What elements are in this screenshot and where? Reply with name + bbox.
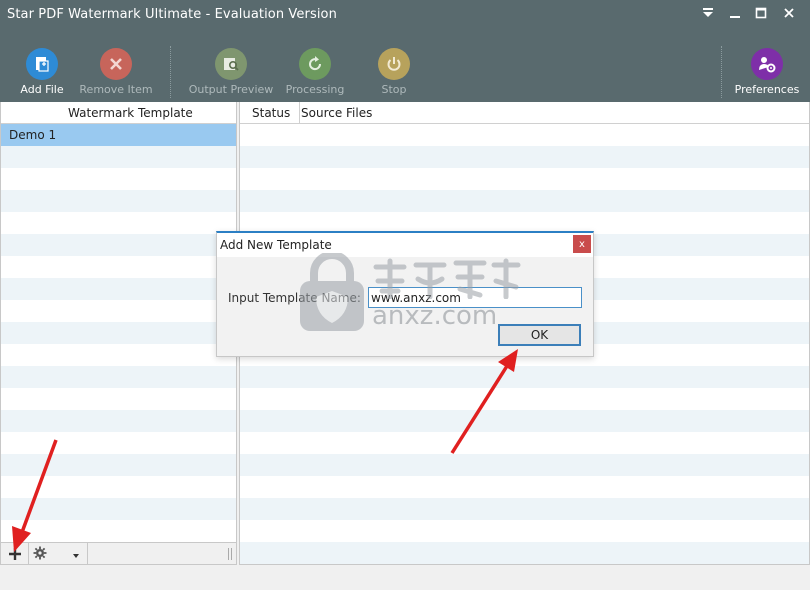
table-row bbox=[240, 124, 809, 146]
table-row bbox=[240, 498, 809, 520]
preferences-label: Preferences bbox=[734, 83, 800, 96]
status-column-header[interactable]: Status bbox=[252, 106, 290, 120]
list-item bbox=[1, 454, 236, 476]
table-row bbox=[240, 542, 809, 564]
toolbar: Star PDF Watermark Ultimate - Evaluation… bbox=[0, 0, 810, 102]
list-item bbox=[1, 432, 236, 454]
preferences-button[interactable]: Preferences bbox=[725, 48, 809, 100]
template-item-demo-1[interactable]: Demo 1 bbox=[1, 124, 236, 146]
list-item bbox=[1, 388, 236, 410]
output-preview-button[interactable]: Output Preview bbox=[188, 48, 274, 100]
processing-button[interactable]: Processing bbox=[275, 48, 355, 100]
template-name-label: Input Template Name: bbox=[228, 291, 361, 305]
stop-button[interactable]: Stop bbox=[354, 48, 434, 100]
table-row bbox=[240, 454, 809, 476]
resize-grip-icon[interactable] bbox=[228, 548, 232, 560]
maximize-button[interactable] bbox=[748, 2, 774, 24]
close-icon bbox=[784, 8, 794, 18]
dialog-close-button[interactable]: x bbox=[573, 235, 591, 253]
footer-separator bbox=[28, 543, 29, 565]
dialog-title: Add New Template bbox=[220, 238, 332, 252]
chevron-down-icon bbox=[73, 554, 79, 558]
close-window-button[interactable] bbox=[776, 2, 802, 24]
list-item bbox=[1, 344, 236, 366]
template-name-input[interactable] bbox=[368, 287, 582, 308]
maximize-icon bbox=[755, 7, 767, 19]
template-list-header: Watermark Template bbox=[1, 102, 236, 124]
close-icon: x bbox=[579, 238, 585, 250]
template-list-footer bbox=[1, 542, 236, 565]
add-file-label: Add File bbox=[20, 83, 64, 96]
table-row bbox=[240, 366, 809, 388]
list-item bbox=[1, 366, 236, 388]
footer-separator bbox=[87, 543, 88, 565]
list-item bbox=[1, 520, 236, 542]
menu-dropdown-button[interactable] bbox=[695, 2, 721, 24]
toolbar-separator bbox=[721, 46, 722, 98]
minimize-icon bbox=[730, 16, 740, 18]
list-item bbox=[1, 234, 236, 256]
watermark-template-column-header[interactable]: Watermark Template bbox=[1, 106, 193, 120]
users-gear-icon bbox=[751, 48, 783, 80]
source-files-column-header[interactable]: Source Files bbox=[301, 106, 372, 120]
table-row bbox=[240, 410, 809, 432]
toolbar-separator bbox=[170, 46, 171, 98]
refresh-icon bbox=[299, 48, 331, 80]
status-bar bbox=[0, 565, 810, 590]
list-item bbox=[1, 278, 236, 300]
gear-icon bbox=[33, 546, 47, 560]
preview-icon bbox=[215, 48, 247, 80]
ok-button[interactable]: OK bbox=[498, 324, 581, 346]
list-item bbox=[1, 410, 236, 432]
list-item bbox=[1, 322, 236, 344]
remove-x-icon bbox=[100, 48, 132, 80]
table-row bbox=[240, 432, 809, 454]
add-file-icon bbox=[26, 48, 58, 80]
list-item bbox=[1, 168, 236, 190]
table-row bbox=[240, 146, 809, 168]
source-files-header: Status Source Files bbox=[240, 102, 809, 124]
power-icon bbox=[378, 48, 410, 80]
list-item bbox=[1, 146, 236, 168]
minimize-button[interactable] bbox=[722, 2, 748, 24]
plus-icon bbox=[9, 548, 21, 560]
list-item bbox=[1, 256, 236, 278]
list-item bbox=[1, 212, 236, 234]
list-item bbox=[1, 498, 236, 520]
settings-dropdown-button[interactable] bbox=[71, 549, 83, 559]
dropdown-triangle-icon bbox=[703, 8, 713, 17]
template-list: Demo 1 bbox=[1, 124, 236, 542]
add-template-button[interactable] bbox=[7, 546, 25, 562]
list-item bbox=[1, 476, 236, 498]
stop-label: Stop bbox=[381, 83, 407, 96]
table-row bbox=[240, 520, 809, 542]
list-item bbox=[1, 190, 236, 212]
table-row bbox=[240, 190, 809, 212]
remove-item-label: Remove Item bbox=[79, 83, 153, 96]
table-row bbox=[240, 476, 809, 498]
output-preview-label: Output Preview bbox=[188, 83, 274, 96]
template-list-panel: Watermark Template Demo 1 bbox=[0, 102, 237, 565]
table-row bbox=[240, 168, 809, 190]
add-file-button[interactable]: Add File bbox=[2, 48, 82, 100]
table-row bbox=[240, 388, 809, 410]
processing-label: Processing bbox=[285, 83, 345, 96]
remove-item-button[interactable]: Remove Item bbox=[76, 48, 156, 100]
add-template-dialog: Add New Template x Input Template Name: … bbox=[216, 231, 594, 357]
window-title: Star PDF Watermark Ultimate - Evaluation… bbox=[7, 7, 337, 22]
settings-button[interactable] bbox=[33, 546, 49, 562]
list-item bbox=[1, 300, 236, 322]
column-separator[interactable] bbox=[299, 102, 300, 124]
dialog-titlebar[interactable]: Add New Template x bbox=[217, 233, 593, 257]
